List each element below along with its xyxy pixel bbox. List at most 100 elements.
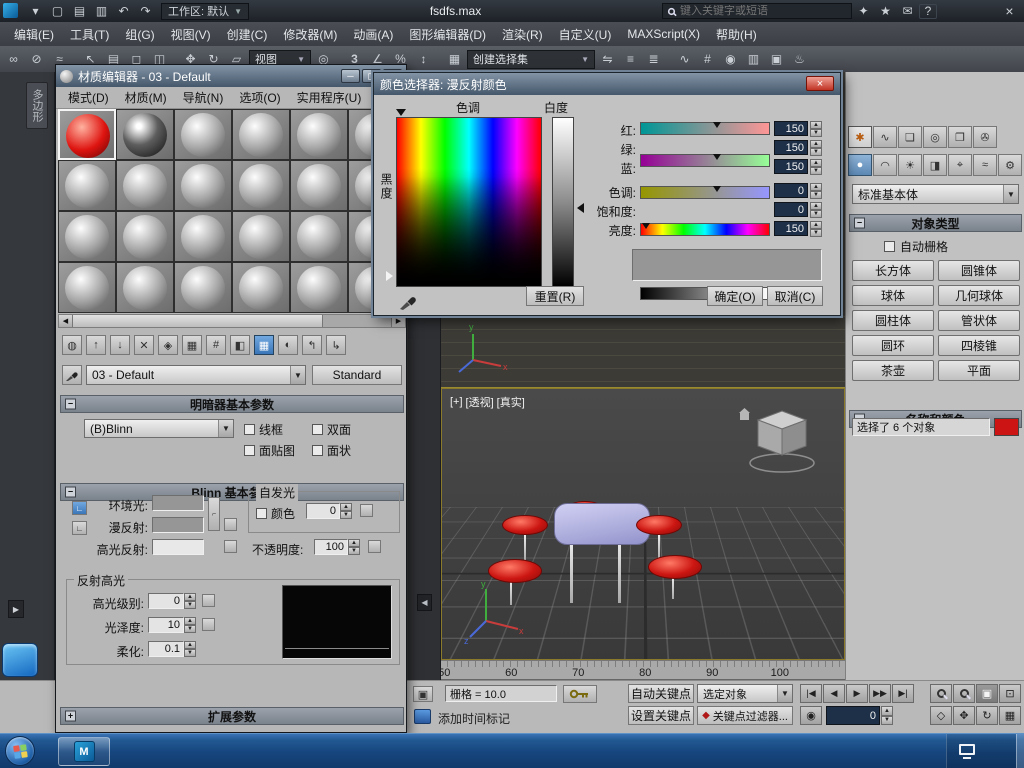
rendered-frame-window-icon[interactable]: ▣ (766, 50, 787, 69)
shader-basic-rollout-header[interactable]: − 明暗器基本参数 (60, 395, 404, 413)
spinner-snap-icon[interactable]: ↕ (413, 50, 434, 69)
zoom-icon[interactable] (930, 684, 952, 703)
redo-icon[interactable]: ↷ (135, 2, 156, 21)
current-frame-field[interactable]: 0 (826, 706, 880, 725)
specular-level-spinner[interactable]: ▲▼ (184, 593, 196, 609)
red-value-field[interactable]: 150 (774, 121, 808, 136)
hue-slider[interactable] (640, 223, 770, 236)
utilities-tab-icon[interactable]: ✇ (973, 126, 997, 148)
material-sample-slot[interactable] (174, 211, 232, 262)
opacity-value-field[interactable]: 100 (314, 539, 348, 555)
add-time-tag-label[interactable]: 添加时间标记 (438, 710, 510, 727)
maximize-viewport-toggle-icon[interactable]: ▦ (999, 706, 1021, 725)
material-sample-slot[interactable] (116, 211, 174, 262)
systems-category-icon[interactable]: ⚙ (998, 154, 1022, 176)
close-icon[interactable]: × (806, 76, 834, 91)
material-sample-slot[interactable] (232, 211, 290, 262)
select-and-link-icon[interactable]: ∞ (3, 50, 24, 69)
close-window-icon[interactable]: × (999, 2, 1020, 21)
go-to-start-icon[interactable]: |◀ (800, 684, 822, 703)
go-forward-sibling-icon[interactable]: ↳ (326, 335, 346, 355)
put-to-library-icon[interactable]: ▦ (182, 335, 202, 355)
favorites-star-icon[interactable]: ★ (875, 2, 896, 21)
cameras-category-icon[interactable]: ◨ (923, 154, 947, 176)
start-button[interactable] (5, 736, 35, 766)
viewport-tab-arrow-icon[interactable]: ◀ (417, 594, 432, 611)
me-menu-navigation[interactable]: 导航(N) (175, 87, 232, 108)
timeline-ruler[interactable]: 50 60 70 80 90 100 (441, 660, 845, 680)
align-icon[interactable]: ≡ (620, 50, 641, 69)
primitive-button-torus[interactable]: 圆环 (852, 335, 934, 356)
go-to-parent-icon[interactable]: ↰ (302, 335, 322, 355)
soften-field[interactable]: 0.1 (148, 641, 184, 657)
material-sample-slot[interactable] (290, 211, 348, 262)
material-sample-slot[interactable] (116, 160, 174, 211)
glossiness-spinner[interactable]: ▲▼ (184, 617, 196, 633)
facemap-checkbox[interactable] (244, 445, 255, 456)
me-menu-modes[interactable]: 模式(D) (60, 87, 117, 108)
show-desktop-button[interactable] (1016, 734, 1024, 768)
object-name-field[interactable]: 选择了 6 个对象 (852, 418, 990, 436)
material-sample-slot[interactable] (232, 160, 290, 211)
expand-panel-arrow-icon[interactable]: ▶ (8, 600, 24, 618)
previous-frame-icon[interactable]: ◀ (823, 684, 845, 703)
lights-category-icon[interactable]: ☀ (898, 154, 922, 176)
soften-spinner[interactable]: ▲▼ (184, 641, 196, 657)
menu-customize[interactable]: 自定义(U) (551, 24, 620, 45)
sample-slots-scrollbar[interactable]: ◀ ▶ (58, 314, 406, 328)
primitive-button-sphere[interactable]: 球体 (852, 285, 934, 306)
twosided-checkbox[interactable] (312, 424, 323, 435)
ambient-diffuse-lock-bracket[interactable]: ⌐ (208, 497, 220, 531)
scroll-right-icon[interactable]: ▶ (391, 315, 405, 327)
shapes-category-icon[interactable]: ◠ (873, 154, 897, 176)
motion-tab-icon[interactable]: ◎ (923, 126, 947, 148)
primitive-button-cylinder[interactable]: 圆柱体 (852, 310, 934, 331)
material-sample-slot[interactable] (232, 109, 290, 160)
red-slider[interactable] (640, 122, 770, 135)
me-menu-material[interactable]: 材质(M) (117, 87, 175, 108)
show-background-icon[interactable]: ◧ (230, 335, 250, 355)
primitive-button-cone[interactable]: 圆锥体 (938, 260, 1020, 281)
quick-access-arrow-icon[interactable]: ▾ (25, 2, 46, 21)
get-material-icon[interactable]: ◍ (62, 335, 82, 355)
show-end-result-icon[interactable]: ◐ (278, 335, 298, 355)
material-name-dropdown[interactable]: 03 - Default ▼ (86, 365, 306, 385)
specular-color-swatch[interactable] (152, 539, 204, 555)
red-spinner[interactable]: ▲▼ (810, 121, 822, 136)
menu-tools[interactable]: 工具(T) (62, 24, 117, 45)
new-scene-icon[interactable]: ▢ (47, 2, 68, 21)
blue-spinner[interactable]: ▲▼ (810, 159, 822, 174)
edit-named-selection-sets-icon[interactable]: ▦ (444, 50, 465, 69)
go-to-end-icon[interactable]: ▶| (892, 684, 914, 703)
menu-animation[interactable]: 动画(A) (345, 24, 401, 45)
search-input[interactable] (680, 5, 847, 17)
primitive-button-box[interactable]: 长方体 (852, 260, 934, 281)
selfillum-map-button[interactable] (360, 504, 373, 517)
primitive-button-pyramid[interactable]: 四棱锥 (938, 335, 1020, 356)
pick-material-eyedropper-icon[interactable] (62, 365, 82, 385)
ribbon-tab-polygon[interactable]: 多边形 (26, 82, 48, 129)
hierarchy-tab-icon[interactable]: ❏ (898, 126, 922, 148)
object-type-rollout-header[interactable]: − 对象类型 (849, 214, 1022, 232)
key-mode-toggle-icon[interactable]: ◉ (800, 706, 822, 725)
material-sample-slot[interactable] (116, 109, 174, 160)
welcome-app-icon[interactable] (2, 643, 38, 677)
saturation-value-field[interactable]: 0 (774, 202, 808, 217)
diffuse-color-swatch[interactable] (152, 517, 204, 533)
selection-set-filter-dropdown[interactable]: 选定对象 ▼ (697, 684, 793, 703)
assign-material-to-selection-icon[interactable]: ↓ (110, 335, 130, 355)
diffuse-map-button[interactable] (224, 518, 237, 531)
primitive-button-plane[interactable]: 平面 (938, 360, 1020, 381)
spacewarps-category-icon[interactable]: ≈ (973, 154, 997, 176)
blue-value-field[interactable]: 150 (774, 159, 808, 174)
modify-tab-icon[interactable]: ∿ (873, 126, 897, 148)
blue-slider[interactable] (640, 186, 770, 199)
put-to-scene-icon[interactable]: ↑ (86, 335, 106, 355)
pan-view-icon[interactable]: ✥ (953, 706, 975, 725)
key-filters-button[interactable]: ◆ 关键点过滤器... (697, 706, 793, 725)
shader-type-dropdown[interactable]: (B)Blinn ▼ (84, 419, 234, 438)
selfillum-color-checkbox[interactable] (256, 508, 267, 519)
material-sample-slot[interactable] (290, 262, 348, 313)
zoom-region-icon[interactable]: ⊡ (999, 684, 1021, 703)
material-sample-slot[interactable] (232, 262, 290, 313)
